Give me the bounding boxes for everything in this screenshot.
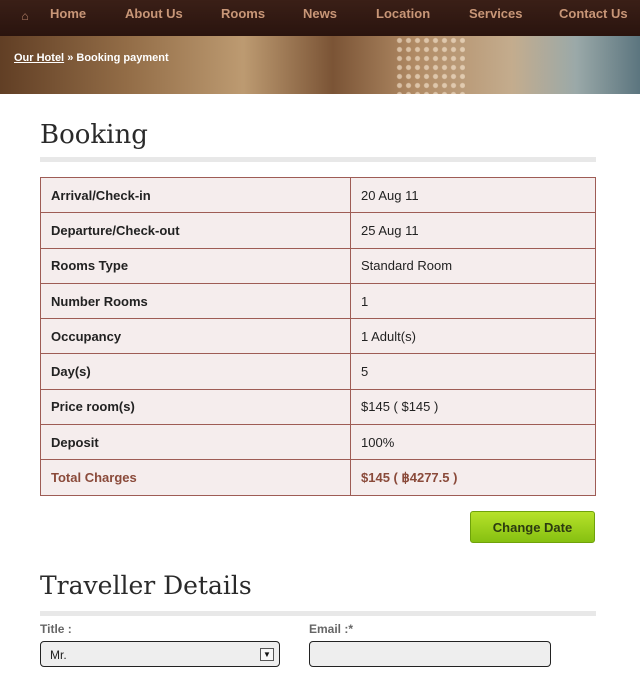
nav-home[interactable]: Home (50, 6, 86, 22)
hero-banner: Our Hotel » Booking payment (0, 36, 640, 94)
title-label: Title : (40, 622, 72, 636)
total-row: Total Charges $145 ( ฿4277.5 ) (40, 459, 596, 496)
table-row: Occupancy 1 Adult(s) (40, 318, 596, 355)
email-input[interactable] (309, 641, 551, 667)
row-value: $145 ( $145 ) (350, 388, 596, 426)
nav-about-us[interactable]: About Us (125, 6, 183, 22)
chevron-down-icon[interactable]: ▼ (260, 648, 274, 661)
banner-decoration (395, 36, 465, 94)
home-icon[interactable]: ⌂ (18, 9, 32, 23)
table-row: Price room(s) $145 ( $145 ) (40, 388, 596, 426)
row-label: Arrival/Check-in (40, 176, 351, 214)
breadcrumb-separator: » (67, 52, 74, 64)
total-label: Total Charges (40, 459, 351, 496)
nav-rooms[interactable]: Rooms (221, 6, 265, 22)
row-value: 100% (350, 424, 596, 461)
nav-news[interactable]: News (303, 6, 337, 22)
row-value: 25 Aug 11 (350, 212, 596, 249)
booking-title: Booking (40, 120, 148, 150)
booking-divider (40, 157, 596, 162)
nav-contact-us[interactable]: Contact Us (559, 6, 628, 22)
table-row: Rooms Type Standard Room (40, 247, 596, 284)
nav-services[interactable]: Services (469, 6, 523, 22)
change-date-button[interactable]: Change Date (470, 511, 595, 543)
booking-table: Arrival/Check-in 20 Aug 11 Departure/Che… (40, 176, 596, 496)
row-value: 1 Adult(s) (350, 318, 596, 355)
row-label: Rooms Type (40, 247, 351, 284)
row-value: 5 (350, 353, 596, 390)
row-label: Occupancy (40, 318, 351, 355)
traveller-divider (40, 611, 596, 616)
nav-location[interactable]: Location (376, 6, 430, 22)
table-row: Number Rooms 1 (40, 282, 596, 320)
row-label: Deposit (40, 424, 351, 461)
title-select[interactable]: Mr. ▼ (40, 641, 280, 667)
row-label: Price room(s) (40, 388, 351, 426)
top-nav: ⌂ Home About Us Rooms News Location Serv… (0, 0, 640, 36)
row-label: Day(s) (40, 353, 351, 390)
breadcrumb: Our Hotel » Booking payment (14, 52, 169, 64)
row-value: 20 Aug 11 (350, 176, 596, 214)
row-value: Standard Room (350, 247, 596, 284)
table-row: Day(s) 5 (40, 353, 596, 390)
total-value: $145 ( ฿4277.5 ) (350, 459, 596, 496)
title-select-value: Mr. (50, 648, 67, 662)
email-label: Email :* (309, 622, 354, 636)
traveller-details-title: Traveller Details (40, 571, 252, 600)
table-row: Departure/Check-out 25 Aug 11 (40, 212, 596, 249)
breadcrumb-current: Booking payment (76, 52, 169, 64)
row-label: Number Rooms (40, 282, 351, 320)
table-row: Arrival/Check-in 20 Aug 11 (40, 176, 596, 214)
breadcrumb-link[interactable]: Our Hotel (14, 52, 64, 64)
row-value: 1 (350, 282, 596, 320)
table-row: Deposit 100% (40, 424, 596, 461)
row-label: Departure/Check-out (40, 212, 351, 249)
